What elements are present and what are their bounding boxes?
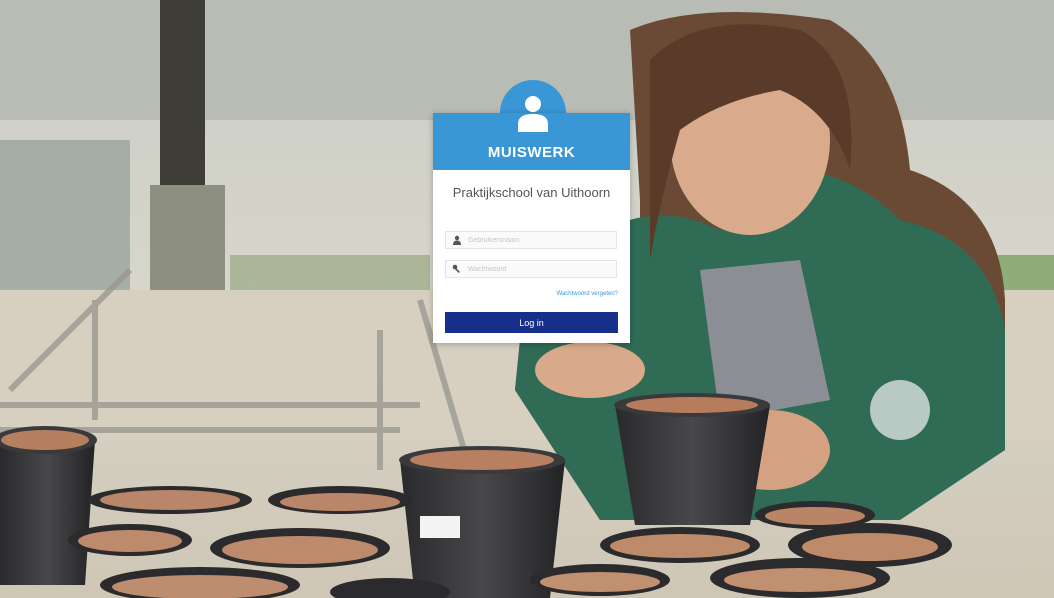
login-card: MUISWERK Praktijkschool van Uithoorn Wac…	[433, 113, 630, 343]
brand-logo: MUISWERK	[487, 144, 576, 161]
username-input[interactable]	[468, 233, 613, 247]
key-icon	[452, 264, 460, 274]
username-field[interactable]	[445, 231, 617, 249]
login-button[interactable]: Log in	[445, 312, 618, 333]
forgot-password-link[interactable]: Wachtwoord vergeten?	[557, 291, 618, 297]
user-avatar-icon	[518, 96, 548, 132]
password-input[interactable]	[468, 262, 613, 276]
school-name: Praktijkschool van Uithoorn	[452, 185, 611, 200]
user-icon	[453, 235, 461, 245]
password-field[interactable]	[445, 260, 617, 278]
